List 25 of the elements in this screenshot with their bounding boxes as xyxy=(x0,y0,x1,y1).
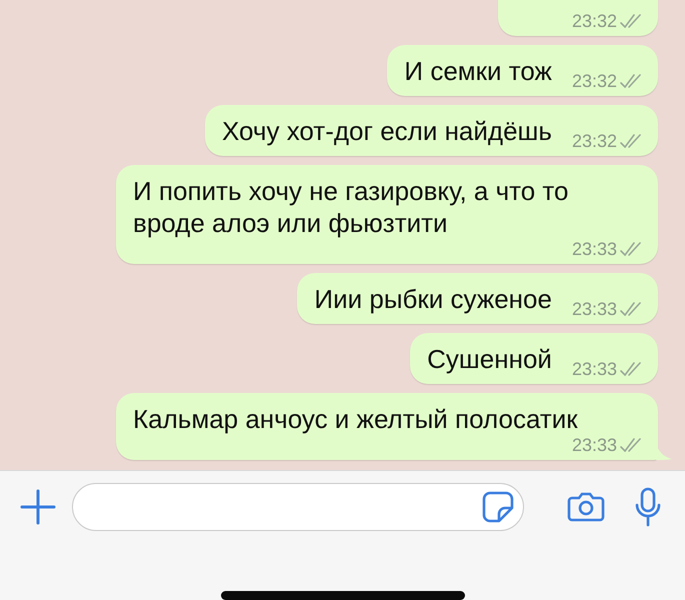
message-time: 23:33 xyxy=(572,435,617,455)
double-check-icon xyxy=(620,133,644,149)
message-time: 23:33 xyxy=(572,359,617,379)
message-text: И попить хочу не газировку, а что то вроде алоэ или фьюзтити xyxy=(133,175,570,239)
double-check-icon xyxy=(620,301,644,317)
message-field[interactable] xyxy=(72,483,524,531)
message-text: Хочу хот-дог если найдёшь xyxy=(222,115,552,147)
message-text: Кальмар анчоус и желтый полосатик xyxy=(133,403,578,435)
message-text: Сушенной xyxy=(427,343,552,375)
sticker-icon[interactable] xyxy=(481,490,515,524)
microphone-icon[interactable] xyxy=(635,487,661,527)
message-time: 23:33 xyxy=(572,239,617,259)
message-time: 23:32 xyxy=(572,131,617,151)
message-text: Иии рыбки суженое xyxy=(314,283,552,315)
double-check-icon xyxy=(620,241,644,257)
double-check-icon xyxy=(620,13,644,29)
double-check-icon xyxy=(620,361,644,377)
double-check-icon xyxy=(620,437,644,453)
message-time: 23:32 xyxy=(572,71,617,91)
camera-icon[interactable] xyxy=(567,491,605,523)
add-icon[interactable] xyxy=(20,489,56,525)
double-check-icon xyxy=(620,73,644,89)
message-time: 23:33 xyxy=(572,299,617,319)
message-text: И семки тож xyxy=(404,55,552,87)
message-time: 23:32 xyxy=(572,11,617,31)
